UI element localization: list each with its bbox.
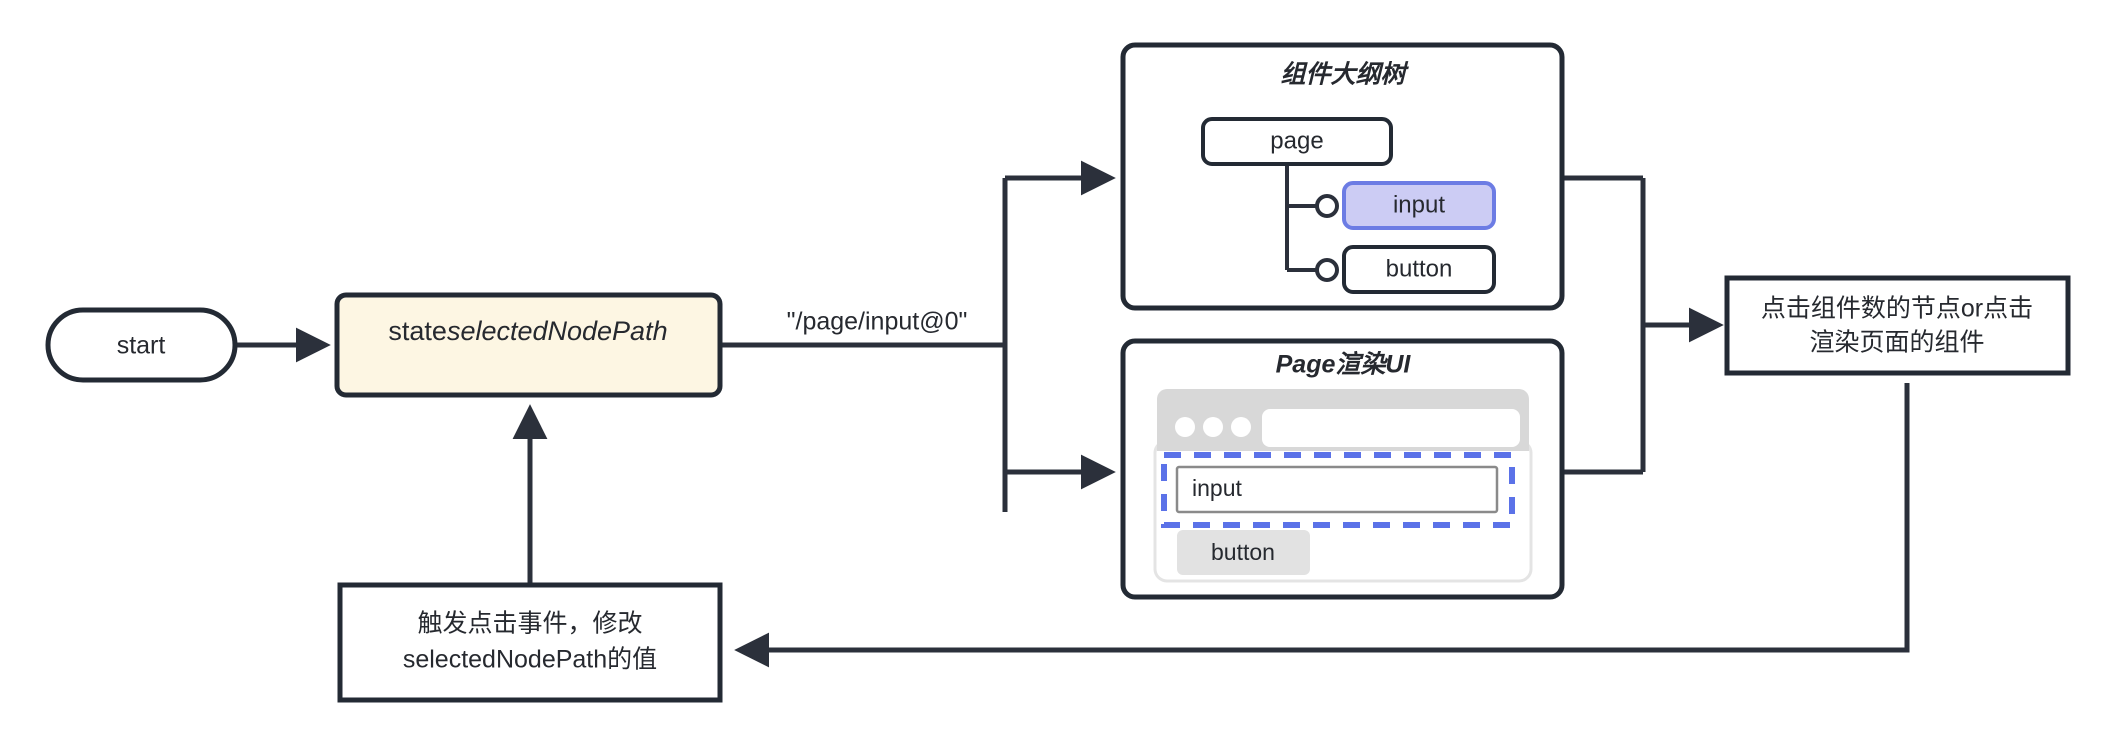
tree-node-button[interactable]: button <box>1342 245 1496 294</box>
browser-dot-1 <box>1175 417 1195 437</box>
tree-node-page-label: page <box>1270 127 1323 154</box>
edges-layer <box>235 160 1910 668</box>
tree-node-button-label: button <box>1386 255 1453 282</box>
node-trigger-line2: selectedNodePath的值 <box>403 646 657 674</box>
node-state-label-italic: selectedNodePath <box>447 316 668 346</box>
tree-connector-dot-button <box>1315 258 1339 282</box>
rendered-input-label: input <box>1192 475 1242 501</box>
node-trigger-line1: 触发点击事件，修改 <box>417 610 642 638</box>
node-click-source-line2: 渲染页面的组件 <box>1809 329 1984 357</box>
node-click-source-line1: 点击组件数的节点or点击 <box>1761 295 2033 323</box>
tree-connector-dot-input <box>1315 194 1339 218</box>
rendered-button-element[interactable]: button <box>1177 530 1310 575</box>
browser-dot-3 <box>1231 417 1251 437</box>
node-state-label: stateselectedNodePath <box>388 316 667 346</box>
panel-page-render-ui: Page渲染UI input button <box>1120 338 1565 600</box>
tree-node-input-label: input <box>1393 191 1445 218</box>
edge-label-selected-path-text: "/page/input@0" <box>787 308 968 336</box>
node-state-label-plain: state <box>388 316 447 346</box>
node-trigger-click-event[interactable]: 触发点击事件，修改 selectedNodePath的值 <box>337 582 723 703</box>
flowchart-svg: start stateselectedNodePath "/page/input… <box>45 42 2071 703</box>
browser-dot-2 <box>1203 417 1223 437</box>
node-state[interactable]: stateselectedNodePath <box>334 292 723 398</box>
tree-node-page[interactable]: page <box>1201 117 1393 166</box>
panel-component-tree: 组件大纲树 page input button <box>1120 42 1565 311</box>
tree-node-input[interactable]: input <box>1342 181 1496 230</box>
panel-component-tree-title: 组件大纲树 <box>1280 61 1409 89</box>
browser-url-bar[interactable] <box>1262 409 1520 447</box>
node-click-source[interactable]: 点击组件数的节点or点击 渲染页面的组件 <box>1724 275 2071 376</box>
rendered-input-element[interactable]: input <box>1175 465 1499 514</box>
node-start[interactable]: start <box>45 307 238 383</box>
rendered-button-label: button <box>1211 539 1275 565</box>
panel-page-render-ui-title: Page渲染UI <box>1276 351 1412 379</box>
edge-label-selected-path: "/page/input@0" <box>766 305 988 341</box>
node-start-label: start <box>117 332 166 360</box>
diagram-canvas: start stateselectedNodePath "/page/input… <box>0 0 2110 747</box>
